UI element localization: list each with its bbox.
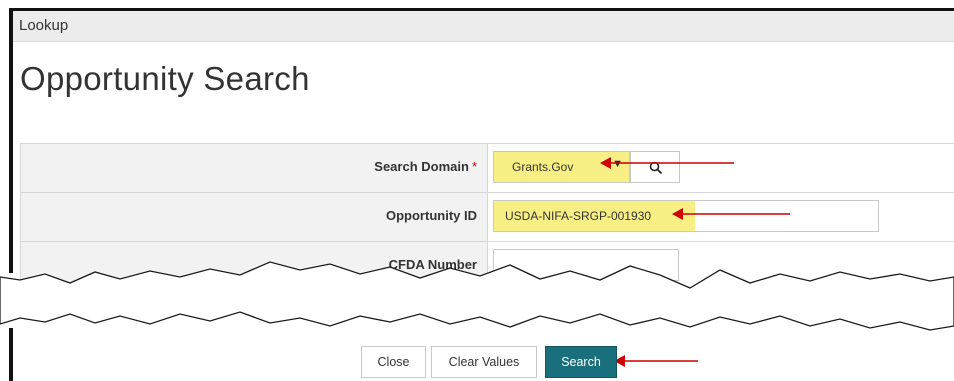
search-domain-value: Grants.Gov [512,160,574,174]
opportunity-id-label: Opportunity ID [386,208,477,223]
close-button[interactable]: Close [361,346,426,378]
required-asterisk: * [471,159,477,174]
page-title: Opportunity Search [20,60,310,97]
label-cell: Search Domain * [20,144,488,192]
label-cell: Opportunity ID [20,193,488,241]
form-row-opportunity-id: Opportunity ID USDA-NIFA-SRGP-001930 [20,193,954,242]
search-domain-label: Search Domain * [374,159,477,174]
clear-values-button[interactable]: Clear Values [431,346,537,378]
opportunity-id-value: USDA-NIFA-SRGP-001930 [505,209,652,223]
window-frame-left [9,8,13,273]
annotation-arrow-search-button [614,355,698,367]
annotation-arrow-search-domain [600,157,734,169]
search-button[interactable]: Search [545,346,617,378]
form-row-search-domain: Search Domain * Grants.Gov ▼ [20,144,954,193]
lookup-header-bar: Lookup [13,11,954,42]
window-title: Lookup [19,17,69,34]
annotation-arrow-opportunity-id [672,208,790,220]
torn-page-break [0,261,954,331]
